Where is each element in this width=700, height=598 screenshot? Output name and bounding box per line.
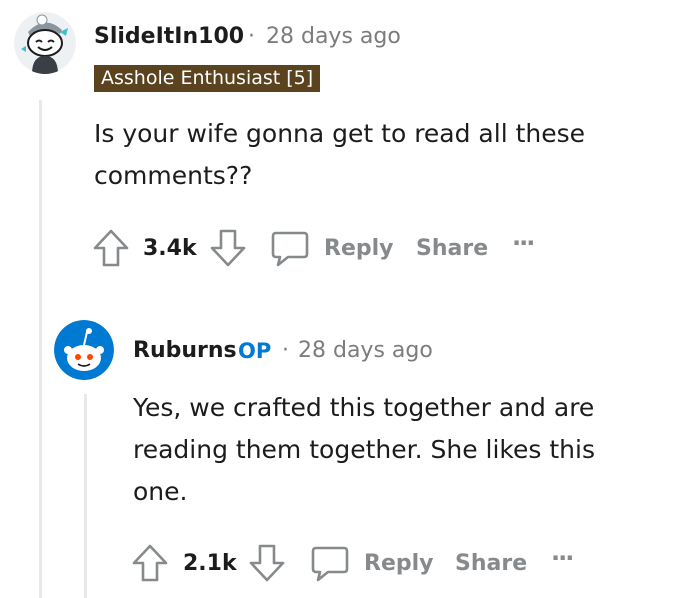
comment-body: Is your wife gonna get to read all these… bbox=[94, 113, 674, 197]
user-avatar[interactable] bbox=[54, 320, 114, 380]
more-options-icon[interactable]: ··· bbox=[512, 229, 535, 257]
comment-bubble-icon bbox=[270, 229, 310, 269]
meta-separator: · bbox=[248, 24, 255, 49]
thread-line[interactable] bbox=[84, 394, 87, 598]
thread-line[interactable] bbox=[39, 100, 42, 598]
comment-line: Is your wife gonna get to read all these bbox=[94, 119, 586, 148]
reply-label: Reply bbox=[364, 551, 434, 576]
user-avatar[interactable] bbox=[14, 12, 76, 74]
upvote-arrow-icon[interactable] bbox=[93, 229, 129, 267]
vote-count: 3.4k bbox=[143, 236, 197, 261]
user-flair: Asshole Enthusiast [5] bbox=[94, 65, 321, 92]
snoo-avatar-icon bbox=[14, 12, 76, 74]
comment-line: one. bbox=[133, 477, 188, 506]
username[interactable]: Ruburns bbox=[133, 338, 237, 363]
snoo-avatar-icon bbox=[54, 320, 114, 380]
timestamp[interactable]: 28 days ago bbox=[298, 338, 433, 363]
reply-label: Reply bbox=[324, 236, 394, 261]
upvote-arrow-icon[interactable] bbox=[132, 544, 168, 582]
username[interactable]: SlideItIn100 bbox=[94, 24, 244, 49]
comment-line: Yes, we crafted this together and are bbox=[133, 393, 595, 422]
reply-button[interactable]: Reply bbox=[270, 229, 400, 269]
reply-button[interactable]: Reply bbox=[310, 544, 440, 584]
more-options-icon[interactable]: ··· bbox=[551, 544, 574, 572]
timestamp[interactable]: 28 days ago bbox=[266, 24, 401, 49]
downvote-arrow-icon[interactable] bbox=[249, 544, 285, 582]
comment-line: comments?? bbox=[94, 161, 253, 190]
vote-count: 2.1k bbox=[183, 551, 237, 576]
op-badge: OP bbox=[238, 339, 272, 363]
meta-separator: · bbox=[282, 338, 289, 363]
comment-body: Yes, we crafted this together and are re… bbox=[133, 387, 693, 513]
share-button[interactable]: Share bbox=[416, 236, 488, 261]
downvote-arrow-icon[interactable] bbox=[210, 229, 246, 267]
share-button[interactable]: Share bbox=[455, 551, 527, 576]
comment-bubble-icon bbox=[310, 544, 350, 584]
comment-line: reading them together. She likes this bbox=[133, 435, 595, 464]
